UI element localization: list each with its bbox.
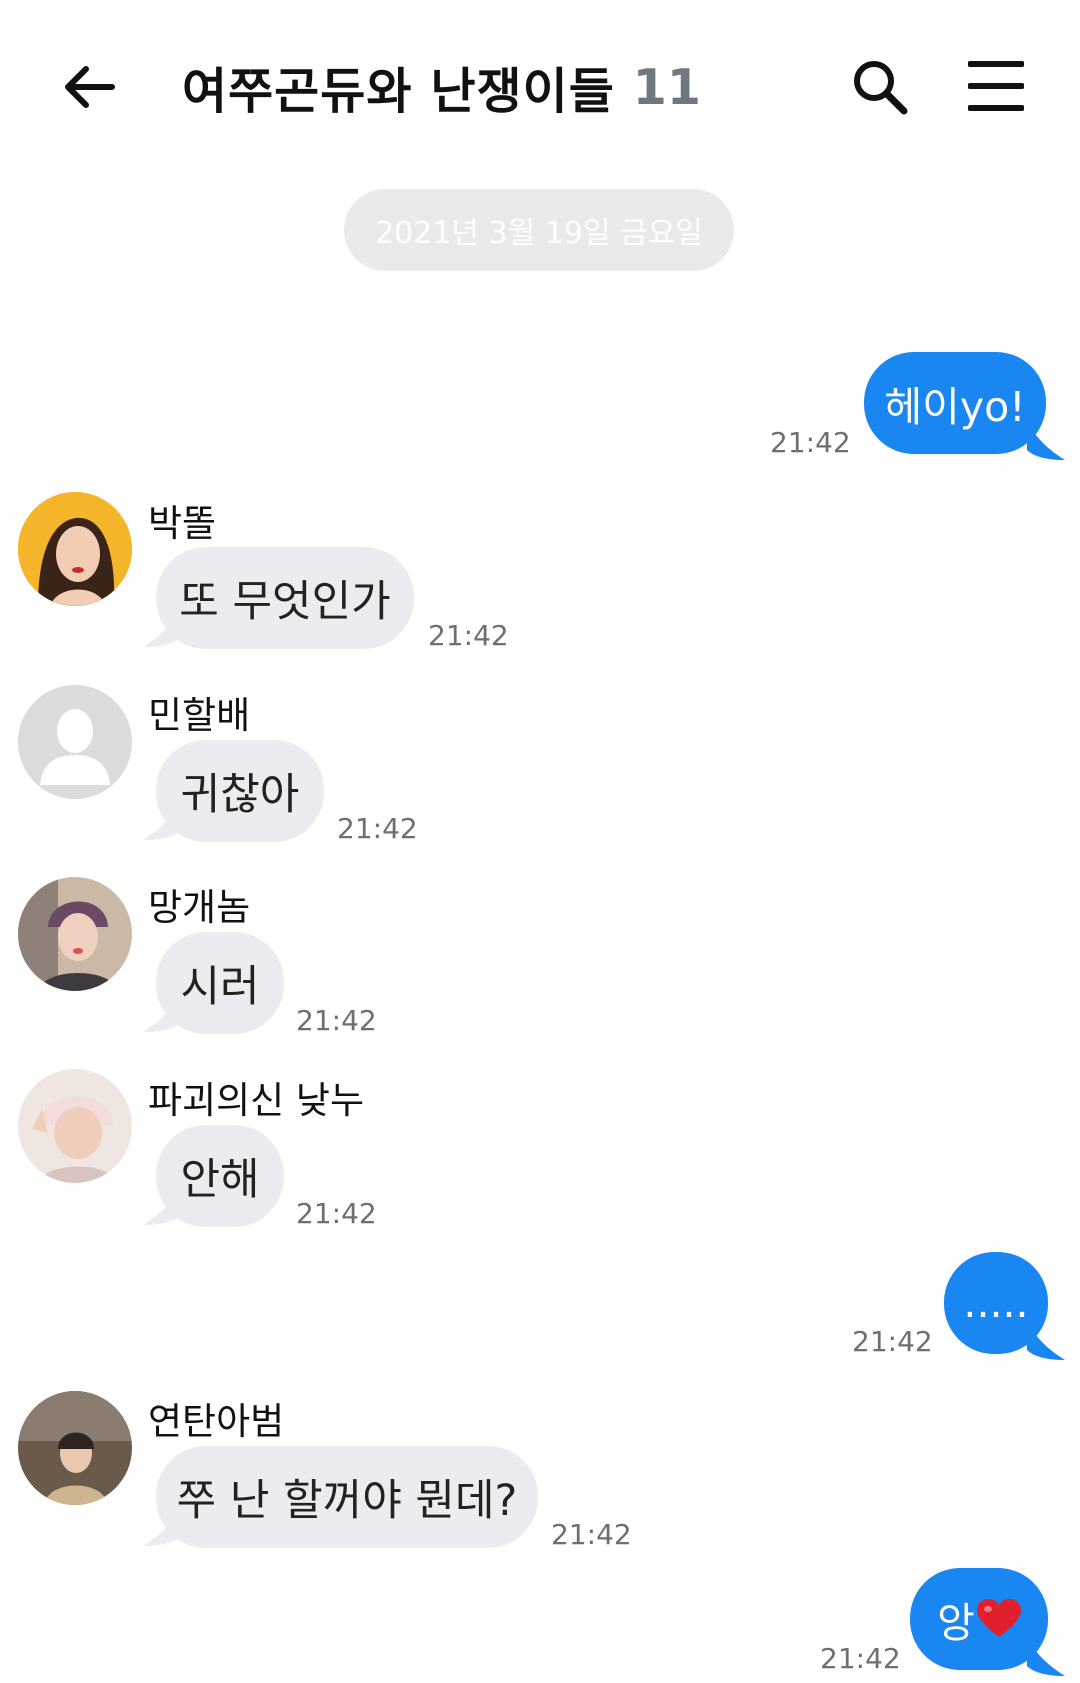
message-time: 21:42 (770, 426, 851, 459)
bubble-tail (1027, 1320, 1065, 1360)
message-text: 앙 (937, 1599, 975, 1647)
bubble-tail (1027, 420, 1065, 460)
avatar[interactable] (18, 877, 132, 991)
message-text: 시러 (180, 962, 260, 1012)
avatar[interactable] (18, 685, 132, 799)
date-divider: 2021년 3월 19일 금요일 (344, 189, 734, 271)
message-text: 쭈 난 할꺼야 뭔데? (176, 1476, 518, 1526)
member-count: 11 (632, 58, 701, 116)
incoming-bubble[interactable]: 쭈 난 할꺼야 뭔데? (156, 1446, 538, 1548)
message-time: 21:42 (428, 619, 509, 652)
message-text: ..... (963, 1279, 1029, 1327)
back-button[interactable] (58, 55, 122, 119)
sender-name: 파괴의신 낮누 (148, 1079, 365, 1122)
message-text: 또 무엇인가 (179, 577, 391, 627)
bubble-tail (1027, 1636, 1065, 1676)
message-text: 귀찮아 (180, 770, 300, 820)
message-time: 21:42 (337, 812, 418, 845)
sender-name: 망개놈 (148, 886, 251, 929)
incoming-bubble[interactable]: 또 무엇인가 (156, 547, 414, 649)
chat-header: 여쭈곤듀와 난쟁이들 11 (0, 0, 1080, 170)
hamburger-menu-icon (967, 61, 1025, 111)
sender-name: 연탄아범 (148, 1400, 285, 1443)
incoming-bubble[interactable]: 안해 (156, 1125, 284, 1227)
incoming-bubble[interactable]: 귀찮아 (156, 740, 324, 842)
menu-button[interactable] (967, 58, 1025, 114)
sender-name: 민할배 (148, 694, 251, 737)
message-time: 21:42 (296, 1197, 377, 1230)
chat-title-group[interactable]: 여쭈곤듀와 난쟁이들 11 (182, 52, 701, 122)
message-time: 21:42 (852, 1325, 933, 1358)
chat-title: 여쭈곤듀와 난쟁이들 (182, 62, 615, 120)
message-text: 안해 (180, 1155, 260, 1205)
incoming-bubble[interactable]: 시러 (156, 932, 284, 1034)
arrow-left-icon (65, 66, 115, 108)
heart-emoji-icon (976, 1599, 1021, 1637)
message-time: 21:42 (551, 1518, 632, 1551)
profile-photo (18, 492, 132, 606)
profile-photo (18, 1069, 132, 1183)
outgoing-bubble[interactable]: 헤이yo! (864, 352, 1046, 454)
avatar[interactable] (18, 492, 132, 606)
message-text: 헤이yo! (884, 383, 1026, 431)
profile-photo (18, 877, 132, 991)
profile-photo (18, 1391, 132, 1505)
default-avatar-icon (18, 685, 132, 799)
search-icon (854, 61, 908, 115)
search-button[interactable] (848, 55, 912, 119)
message-time: 21:42 (296, 1004, 377, 1037)
sender-name: 박똘 (148, 502, 217, 545)
message-time: 21:42 (820, 1642, 901, 1675)
avatar[interactable] (18, 1391, 132, 1505)
avatar[interactable] (18, 1069, 132, 1183)
